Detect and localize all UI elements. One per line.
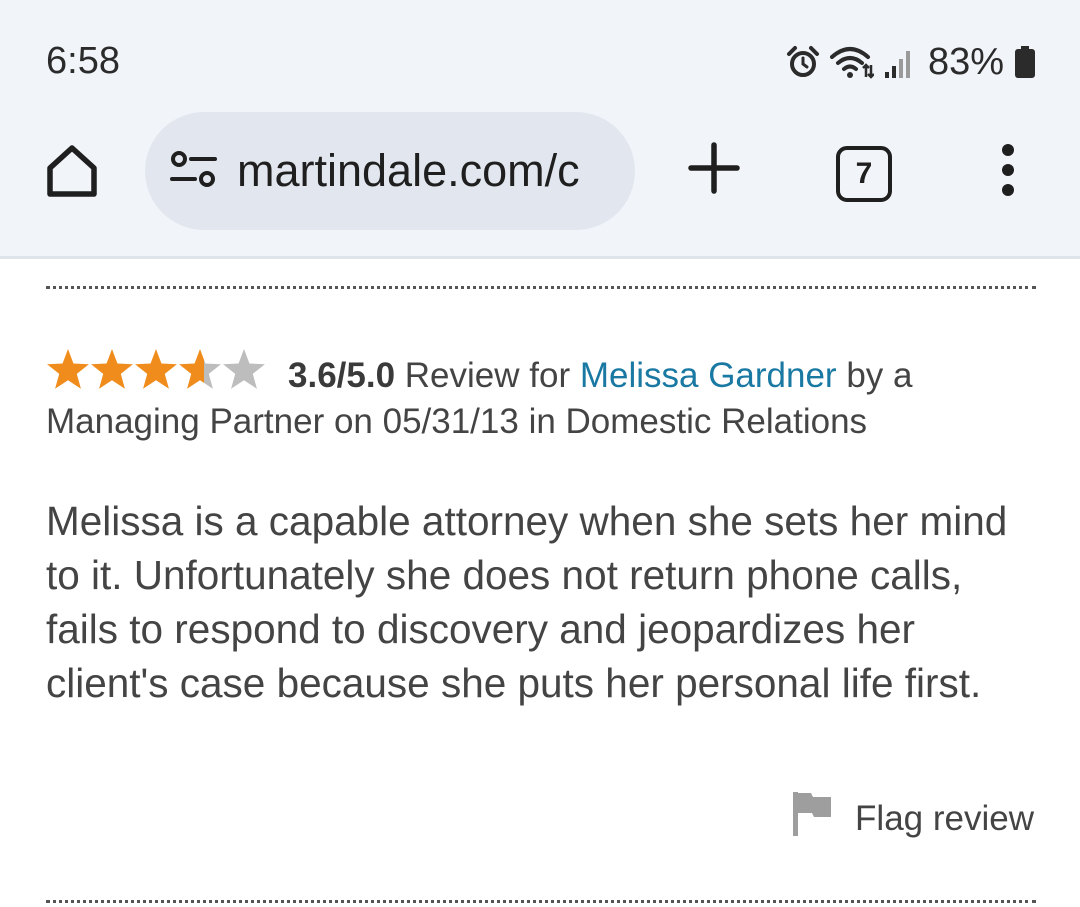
plus-icon — [686, 140, 742, 201]
star-filled-icon — [91, 349, 133, 389]
lawyer-name-link[interactable]: Melissa Gardner — [580, 356, 837, 395]
new-tab-button[interactable] — [684, 140, 744, 200]
review-body: Melissa is a capable attorney when she s… — [46, 498, 1008, 706]
star-filled-icon — [135, 349, 177, 389]
status-time: 6:58 — [46, 40, 120, 82]
wifi-icon — [829, 45, 874, 79]
star-partial-icon — [179, 349, 221, 389]
status-icons: 83% — [786, 40, 1036, 84]
flag-icon — [791, 790, 833, 847]
flag-review-button[interactable]: Flag review — [791, 790, 1034, 847]
divider-bottom — [46, 900, 1036, 903]
tab-switcher-button[interactable]: 7 — [836, 146, 892, 202]
star-rating — [46, 348, 266, 392]
rating-text: 3.6/5.0 — [288, 356, 396, 395]
star-filled-icon — [47, 349, 89, 389]
review-for-text: Review for — [395, 356, 580, 395]
signal-icon — [884, 46, 914, 78]
tune-icon[interactable] — [169, 149, 217, 194]
alarm-icon — [786, 45, 820, 79]
home-button[interactable] — [38, 138, 106, 206]
review-header: 3.6/5.0 Review for Melissa Gardner by a … — [46, 348, 1036, 445]
browser-chrome: 6:58 83% martindale.com/c 7 — [0, 0, 1080, 259]
more-vert-icon — [998, 142, 1018, 203]
home-icon — [42, 140, 102, 205]
divider-top — [46, 286, 1036, 289]
star-empty-icon — [223, 349, 265, 389]
more-menu-button[interactable] — [990, 142, 1026, 202]
flag-review-label[interactable]: Flag review — [855, 799, 1034, 839]
battery-icon — [1014, 46, 1036, 78]
battery-percent: 83% — [927, 40, 1004, 83]
address-bar[interactable]: martindale.com/c — [145, 112, 635, 230]
stars-svg — [47, 349, 265, 389]
url-text[interactable]: martindale.com/c — [237, 145, 609, 197]
